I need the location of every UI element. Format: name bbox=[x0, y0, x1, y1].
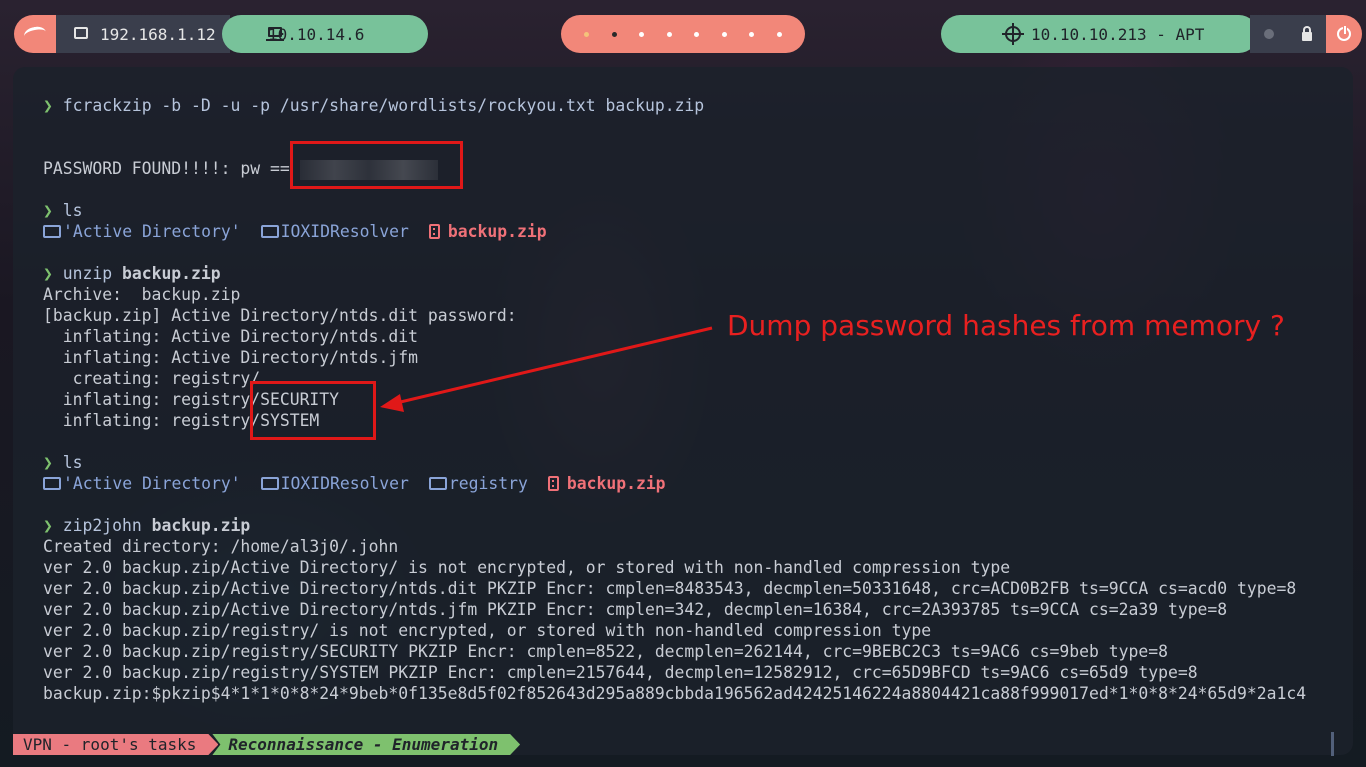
session-label[interactable]: VPN - root's tasks bbox=[13, 734, 218, 755]
annotation-arrow bbox=[380, 326, 713, 412]
window-label[interactable]: Reconnaissance - Enumeration bbox=[212, 734, 520, 755]
tmux-status-bar: VPN - root's tasks Reconnaissance - Enum… bbox=[13, 734, 520, 755]
